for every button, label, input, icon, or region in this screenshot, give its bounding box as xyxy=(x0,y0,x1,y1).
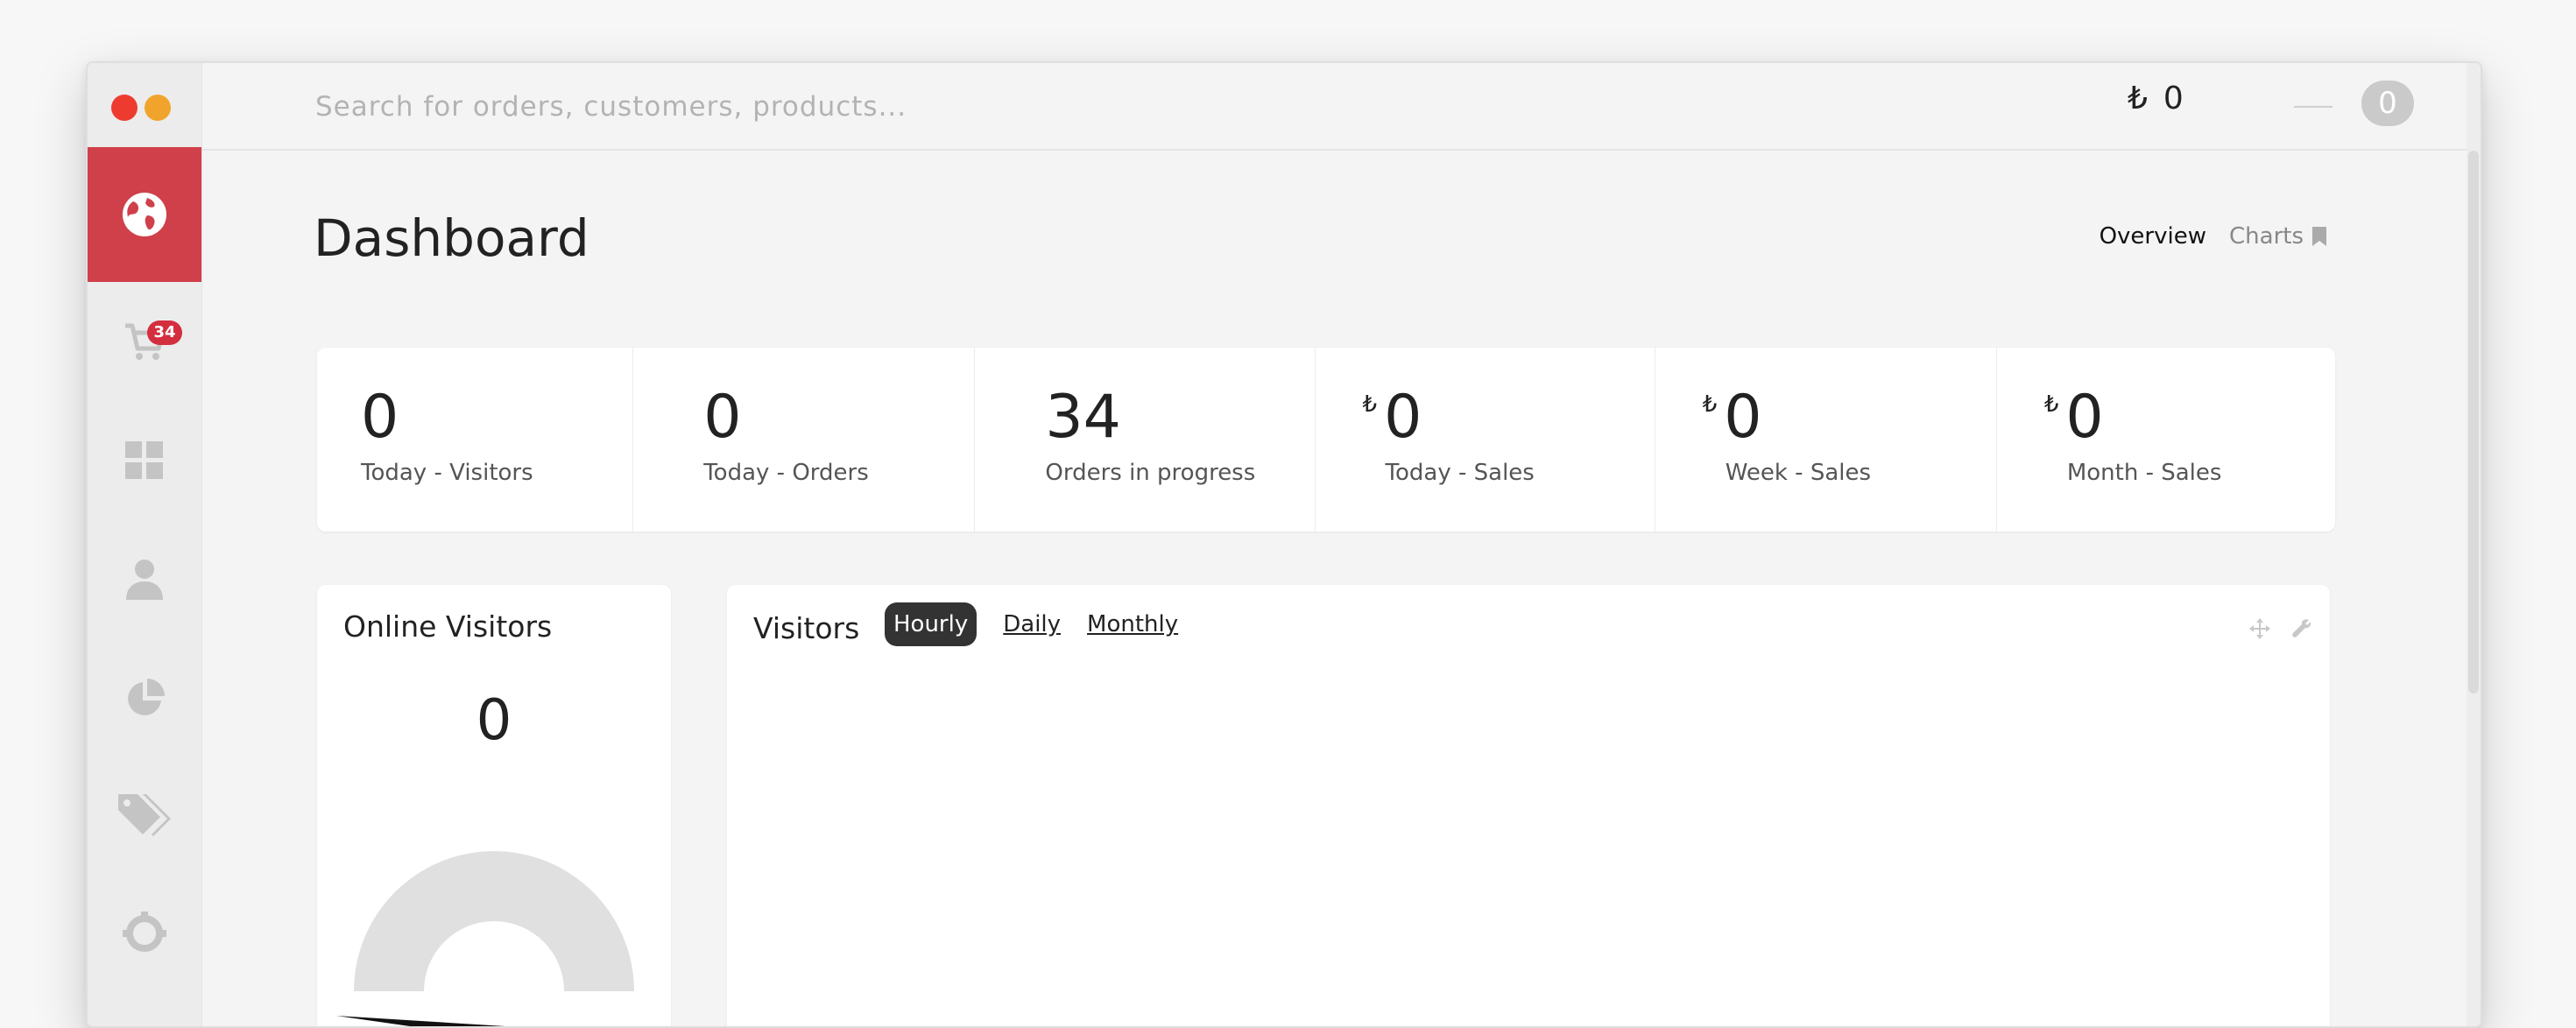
card-tools xyxy=(2249,618,2312,639)
sidebar: 34 xyxy=(88,63,202,1026)
kpi-number: 0 xyxy=(1384,383,1422,452)
kpi-number: 34 xyxy=(1045,383,1121,452)
notification-count[interactable]: 0 xyxy=(2361,81,2414,126)
search-input[interactable] xyxy=(314,86,1368,128)
dashboard-grid-icon xyxy=(125,441,163,479)
visitors-chart-card: Visitors Hourly Daily Monthly xyxy=(727,585,2330,1026)
wrench-icon[interactable] xyxy=(2291,618,2312,639)
tab-hourly[interactable]: Hourly xyxy=(885,602,977,646)
kpi-value: ₺ 0 xyxy=(1703,383,1762,452)
orders-badge: 34 xyxy=(147,320,182,345)
gauge-needle xyxy=(336,1016,505,1026)
visitors-gauge xyxy=(336,851,634,1026)
sidebar-item-dashboard[interactable] xyxy=(88,147,201,282)
minimize-window-button[interactable] xyxy=(145,95,171,121)
currency-symbol: ₺ xyxy=(1362,391,1378,418)
sidebar-item-promotions[interactable] xyxy=(88,755,201,874)
kpi-label: Today - Sales xyxy=(1385,460,1535,486)
sidebar-item-stats[interactable] xyxy=(88,639,201,758)
scrollbar[interactable] xyxy=(2467,63,2481,1026)
sidebar-item-catalog[interactable] xyxy=(88,401,201,520)
kpi-label: Orders in progress xyxy=(1045,460,1256,486)
currency-symbol: ₺ xyxy=(1702,391,1718,418)
kpi-value: 0 xyxy=(361,383,399,452)
settings-icon xyxy=(123,912,166,952)
card-title: Visitors xyxy=(753,611,860,645)
move-icon[interactable] xyxy=(2249,618,2270,639)
kpi-label: Today - Orders xyxy=(703,460,869,486)
tab-overview[interactable]: Overview xyxy=(2100,223,2206,250)
kpi-number: 0 xyxy=(703,383,742,452)
kpi-label: Month - Sales xyxy=(2066,460,2222,486)
card-title: Online Visitors xyxy=(343,609,553,644)
scrollbar-thumb[interactable] xyxy=(2468,151,2479,694)
kpi-week-sales[interactable]: ₺ 0 Week - Sales xyxy=(1655,348,1997,532)
currency-symbol: ₺ xyxy=(2043,391,2059,418)
kpi-number: 0 xyxy=(1724,383,1762,452)
kpi-today-orders[interactable]: 0 Today - Orders xyxy=(633,348,976,532)
kpi-number: 0 xyxy=(2065,383,2104,452)
tab-overview-label: Overview xyxy=(2099,223,2206,250)
top-bar: ₺ 0 0 xyxy=(202,63,2481,151)
sidebar-item-orders[interactable]: 34 xyxy=(88,282,201,401)
kpi-orders-in-progress[interactable]: 34 Orders in progress xyxy=(975,348,1316,532)
kpi-value: 0 xyxy=(703,383,741,452)
kpi-label: Today - Visitors xyxy=(361,460,533,486)
period-tabs: Hourly Daily Monthly xyxy=(885,602,1196,646)
kpi-value: ₺ 0 xyxy=(1363,383,1422,452)
header-divider xyxy=(2294,106,2333,108)
kpi-panel: 0 Today - Visitors 0 Today - Orders 34 O… xyxy=(317,348,2335,532)
kpi-value: 34 xyxy=(1045,383,1121,452)
tab-charts-label: Charts xyxy=(2229,223,2304,250)
user-icon xyxy=(126,560,163,600)
close-window-button[interactable] xyxy=(111,95,138,121)
kpi-today-sales[interactable]: ₺ 0 Today - Sales xyxy=(1316,348,1655,532)
cart-total[interactable]: ₺ 0 xyxy=(2128,81,2184,116)
page-tabs: Overview Charts xyxy=(2100,223,2326,250)
kpi-label: Week - Sales xyxy=(1725,460,1872,486)
kpi-value: ₺ 0 xyxy=(2044,383,2104,452)
pie-chart-icon xyxy=(128,679,165,715)
cart-total-value: 0 xyxy=(2163,81,2184,116)
tags-icon xyxy=(118,794,171,836)
kpi-month-sales[interactable]: ₺ 0 Month - Sales xyxy=(1997,348,2335,532)
page-title: Dashboard xyxy=(314,208,589,268)
kpi-today-visitors[interactable]: 0 Today - Visitors xyxy=(317,348,634,532)
tab-daily[interactable]: Daily xyxy=(994,602,1069,646)
kpi-number: 0 xyxy=(361,383,399,452)
tab-charts[interactable]: Charts xyxy=(2229,223,2326,250)
online-visitors-card: Online Visitors 0 xyxy=(317,585,671,1026)
app-window: 34 Search for orders, customers, product… xyxy=(86,61,2482,1028)
sidebar-item-settings[interactable] xyxy=(88,874,201,993)
sidebar-item-customers[interactable] xyxy=(88,520,201,639)
globe-icon xyxy=(123,193,166,236)
bookmark-icon xyxy=(2312,227,2326,246)
tab-monthly[interactable]: Monthly xyxy=(1078,602,1187,646)
online-visitors-count: 0 xyxy=(476,688,512,753)
currency-symbol: ₺ xyxy=(2128,81,2148,116)
